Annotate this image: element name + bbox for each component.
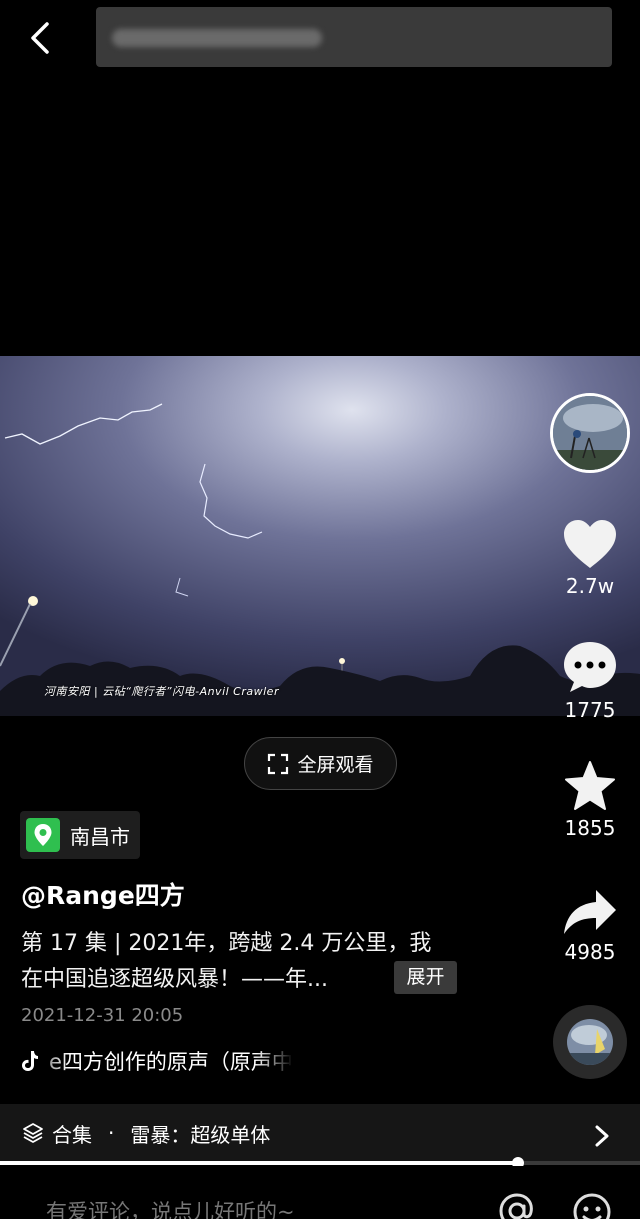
favorite-button[interactable]: 1855 (550, 760, 630, 840)
collection-title: 雷暴：超级单体 (130, 1122, 271, 1147)
post-timestamp: 2021-12-31 20:05 (21, 1005, 184, 1026)
at-mention-icon[interactable] (498, 1192, 536, 1219)
comment-button[interactable]: 1775 (550, 640, 630, 722)
fullscreen-icon (268, 753, 289, 774)
tiktok-note-icon (22, 1051, 38, 1071)
like-count: 2.7w (565, 574, 615, 598)
collection-separator: · (108, 1121, 115, 1145)
fullscreen-button[interactable]: 全屏观看 (244, 737, 397, 790)
share-button[interactable]: 4985 (550, 888, 630, 964)
collection-bar[interactable]: 合集 · 雷暴：超级单体 (0, 1104, 640, 1162)
heart-icon (564, 520, 616, 568)
progress-fill (0, 1161, 519, 1165)
author-name[interactable]: @Range四方 (21, 876, 185, 912)
back-button[interactable] (22, 18, 62, 58)
video-player[interactable] (0, 356, 640, 716)
description-line-1: 第 17 集 | 2021年，跨越 2.4 万公里，我 (21, 931, 432, 956)
collection-label: 合集 (52, 1122, 92, 1147)
music-cover (567, 1019, 613, 1065)
location-label: 南昌市 (70, 824, 130, 849)
chevron-right-icon[interactable] (594, 1124, 610, 1148)
favorite-count: 1855 (564, 816, 616, 840)
search-box[interactable] (96, 7, 612, 67)
emoji-icon[interactable] (572, 1192, 612, 1219)
share-count: 4985 (564, 940, 616, 964)
layers-icon (23, 1123, 43, 1143)
location-pin-icon (26, 818, 60, 852)
comment-bubble-icon (564, 642, 616, 692)
fullscreen-label: 全屏观看 (297, 754, 374, 776)
star-icon (565, 761, 615, 810)
location-chip[interactable]: 南昌市 (20, 811, 140, 859)
share-arrow-icon (564, 890, 616, 934)
music-title: e四方创作的原声（原声中 (49, 1050, 293, 1074)
chevron-left-icon (31, 22, 49, 54)
comment-input[interactable]: 有爱评论，说点儿好听的~ (46, 1196, 295, 1219)
music-row[interactable]: e四方创作的原声（原声中 (21, 1046, 361, 1076)
author-avatar[interactable] (550, 393, 630, 473)
comment-count: 1775 (564, 698, 616, 722)
music-disc[interactable] (553, 1005, 627, 1079)
blurred-search-text (112, 29, 322, 47)
like-button[interactable]: 2.7w (550, 518, 630, 598)
video-caption: 河南安阳 | 云砧“爬行者”闪电-Anvil Crawler (44, 685, 279, 698)
video-progress-bar[interactable] (0, 1157, 640, 1169)
expand-button[interactable]: 展开 (394, 961, 457, 994)
